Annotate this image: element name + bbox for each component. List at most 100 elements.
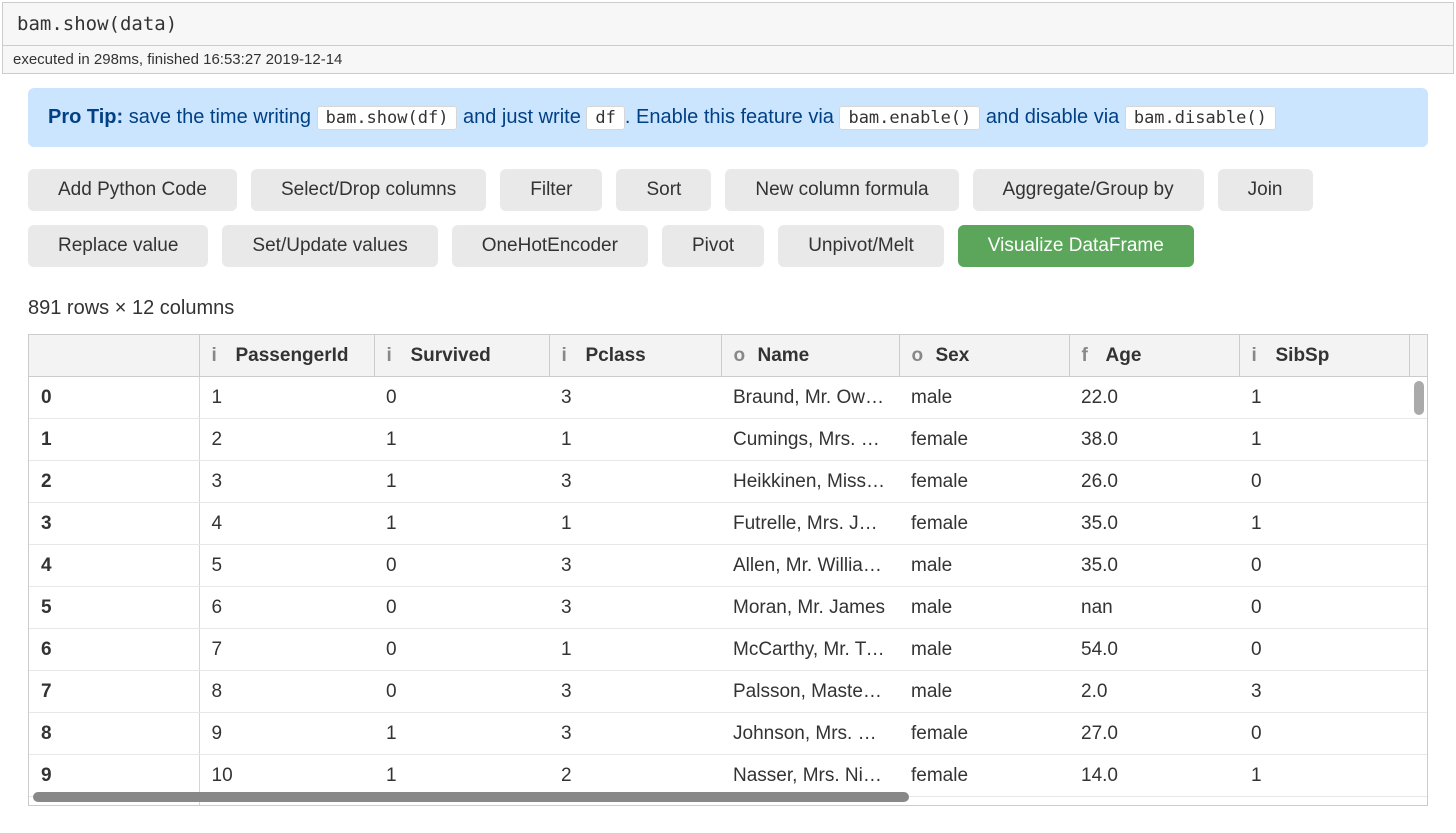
cell-index[interactable]: 2 — [29, 461, 199, 503]
cell-index[interactable]: 0 — [29, 377, 199, 419]
table-row[interactable]: 91012Nasser, Mrs. Nicholasfemale14.010 — [29, 755, 1428, 797]
table-row[interactable]: 4503Allen, Mr. William Henrymale35.000 — [29, 545, 1428, 587]
table-row[interactable]: 0103Braund, Mr. Owen Harrismale22.010 — [29, 377, 1428, 419]
cell-pclass[interactable]: 3 — [549, 713, 721, 755]
pivot-button[interactable]: Pivot — [662, 225, 764, 267]
cell-pclass[interactable]: 3 — [549, 671, 721, 713]
cell-survived[interactable]: 1 — [374, 503, 549, 545]
cell-pclass[interactable]: 3 — [549, 377, 721, 419]
vertical-scrollbar[interactable] — [1414, 381, 1424, 415]
cell-index[interactable]: 8 — [29, 713, 199, 755]
cell-survived[interactable]: 1 — [374, 419, 549, 461]
column-header-passengerid[interactable]: iPassengerId — [199, 335, 374, 377]
cell-index[interactable]: 4 — [29, 545, 199, 587]
cell-sex[interactable]: female — [899, 755, 1069, 797]
cell-survived[interactable]: 1 — [374, 713, 549, 755]
cell-sibsp[interactable]: 0 — [1239, 629, 1409, 671]
cell-parch[interactable]: 0 — [1409, 503, 1428, 545]
set-update-values-button[interactable]: Set/Update values — [222, 225, 437, 267]
cell-parch[interactable]: 0 — [1409, 545, 1428, 587]
cell-age[interactable]: 2.0 — [1069, 671, 1239, 713]
cell-age[interactable]: 27.0 — [1069, 713, 1239, 755]
table-row[interactable]: 1211Cumings, Mrs. John Bradleyfemale38.0… — [29, 419, 1428, 461]
cell-name[interactable]: Moran, Mr. James — [721, 587, 899, 629]
cell-sibsp[interactable]: 0 — [1239, 461, 1409, 503]
cell-passengerid[interactable]: 10 — [199, 755, 374, 797]
cell-sex[interactable]: female — [899, 419, 1069, 461]
cell-survived[interactable]: 0 — [374, 377, 549, 419]
cell-pclass[interactable]: 3 — [549, 545, 721, 587]
cell-pclass[interactable]: 1 — [549, 503, 721, 545]
replace-value-button[interactable]: Replace value — [28, 225, 208, 267]
dataframe-table-container[interactable]: iPassengerId iSurvived iPclass oName oSe… — [28, 334, 1428, 806]
cell-index[interactable]: 1 — [29, 419, 199, 461]
cell-pclass[interactable]: 2 — [549, 755, 721, 797]
cell-pclass[interactable]: 1 — [549, 629, 721, 671]
cell-index[interactable]: 5 — [29, 587, 199, 629]
sort-button[interactable]: Sort — [616, 169, 711, 211]
join-button[interactable]: Join — [1218, 169, 1313, 211]
cell-survived[interactable]: 0 — [374, 545, 549, 587]
cell-passengerid[interactable]: 2 — [199, 419, 374, 461]
table-row[interactable]: 5603Moran, Mr. Jamesmalenan00 — [29, 587, 1428, 629]
column-header-sibsp[interactable]: iSibSp — [1239, 335, 1409, 377]
cell-sibsp[interactable]: 1 — [1239, 503, 1409, 545]
cell-pclass[interactable]: 3 — [549, 461, 721, 503]
cell-sex[interactable]: male — [899, 587, 1069, 629]
cell-sex[interactable]: male — [899, 545, 1069, 587]
table-row[interactable]: 8913Johnson, Mrs. Oscar Wfemale27.002 — [29, 713, 1428, 755]
table-row[interactable]: 3411Futrelle, Mrs. Jacques Heathfemale35… — [29, 503, 1428, 545]
cell-passengerid[interactable]: 4 — [199, 503, 374, 545]
cell-age[interactable]: 22.0 — [1069, 377, 1239, 419]
cell-sex[interactable]: male — [899, 629, 1069, 671]
cell-age[interactable]: 35.0 — [1069, 503, 1239, 545]
cell-sex[interactable]: female — [899, 503, 1069, 545]
cell-index[interactable]: 6 — [29, 629, 199, 671]
cell-age[interactable]: 38.0 — [1069, 419, 1239, 461]
cell-sibsp[interactable]: 1 — [1239, 755, 1409, 797]
visualize-dataframe-button[interactable]: Visualize DataFrame — [958, 225, 1194, 267]
cell-survived[interactable]: 0 — [374, 629, 549, 671]
cell-survived[interactable]: 1 — [374, 461, 549, 503]
code-cell[interactable]: bam.show(data) — [2, 2, 1454, 46]
cell-sibsp[interactable]: 0 — [1239, 545, 1409, 587]
table-row[interactable]: 2313Heikkinen, Miss. Lainafemale26.000 — [29, 461, 1428, 503]
column-header-pclass[interactable]: iPclass — [549, 335, 721, 377]
cell-age[interactable]: 14.0 — [1069, 755, 1239, 797]
cell-survived[interactable]: 1 — [374, 755, 549, 797]
column-header-name[interactable]: oName — [721, 335, 899, 377]
cell-index[interactable]: 3 — [29, 503, 199, 545]
column-header-next[interactable]: i — [1409, 335, 1428, 377]
cell-name[interactable]: Johnson, Mrs. Oscar W — [721, 713, 899, 755]
column-header-survived[interactable]: iSurvived — [374, 335, 549, 377]
cell-parch[interactable]: 0 — [1409, 461, 1428, 503]
aggregate-group-by-button[interactable]: Aggregate/Group by — [973, 169, 1204, 211]
filter-button[interactable]: Filter — [500, 169, 602, 211]
cell-passengerid[interactable]: 8 — [199, 671, 374, 713]
cell-parch[interactable]: 0 — [1409, 419, 1428, 461]
cell-index[interactable]: 9 — [29, 755, 199, 797]
column-header-sex[interactable]: oSex — [899, 335, 1069, 377]
cell-sibsp[interactable]: 1 — [1239, 419, 1409, 461]
cell-sibsp[interactable]: 0 — [1239, 713, 1409, 755]
cell-parch[interactable]: 0 — [1409, 587, 1428, 629]
cell-passengerid[interactable]: 9 — [199, 713, 374, 755]
cell-sex[interactable]: female — [899, 461, 1069, 503]
unpivot-melt-button[interactable]: Unpivot/Melt — [778, 225, 944, 267]
cell-sex[interactable]: male — [899, 671, 1069, 713]
cell-index[interactable]: 7 — [29, 671, 199, 713]
select-drop-columns-button[interactable]: Select/Drop columns — [251, 169, 486, 211]
cell-age[interactable]: 26.0 — [1069, 461, 1239, 503]
table-row[interactable]: 6701McCarthy, Mr. Timothy Jmale54.000 — [29, 629, 1428, 671]
cell-sex[interactable]: male — [899, 377, 1069, 419]
add-python-code-button[interactable]: Add Python Code — [28, 169, 237, 211]
cell-survived[interactable]: 0 — [374, 587, 549, 629]
cell-parch[interactable]: 2 — [1409, 713, 1428, 755]
cell-passengerid[interactable]: 7 — [199, 629, 374, 671]
cell-sex[interactable]: female — [899, 713, 1069, 755]
cell-parch[interactable]: 0 — [1409, 629, 1428, 671]
cell-survived[interactable]: 0 — [374, 671, 549, 713]
cell-pclass[interactable]: 1 — [549, 419, 721, 461]
cell-age[interactable]: 35.0 — [1069, 545, 1239, 587]
new-column-formula-button[interactable]: New column formula — [725, 169, 958, 211]
